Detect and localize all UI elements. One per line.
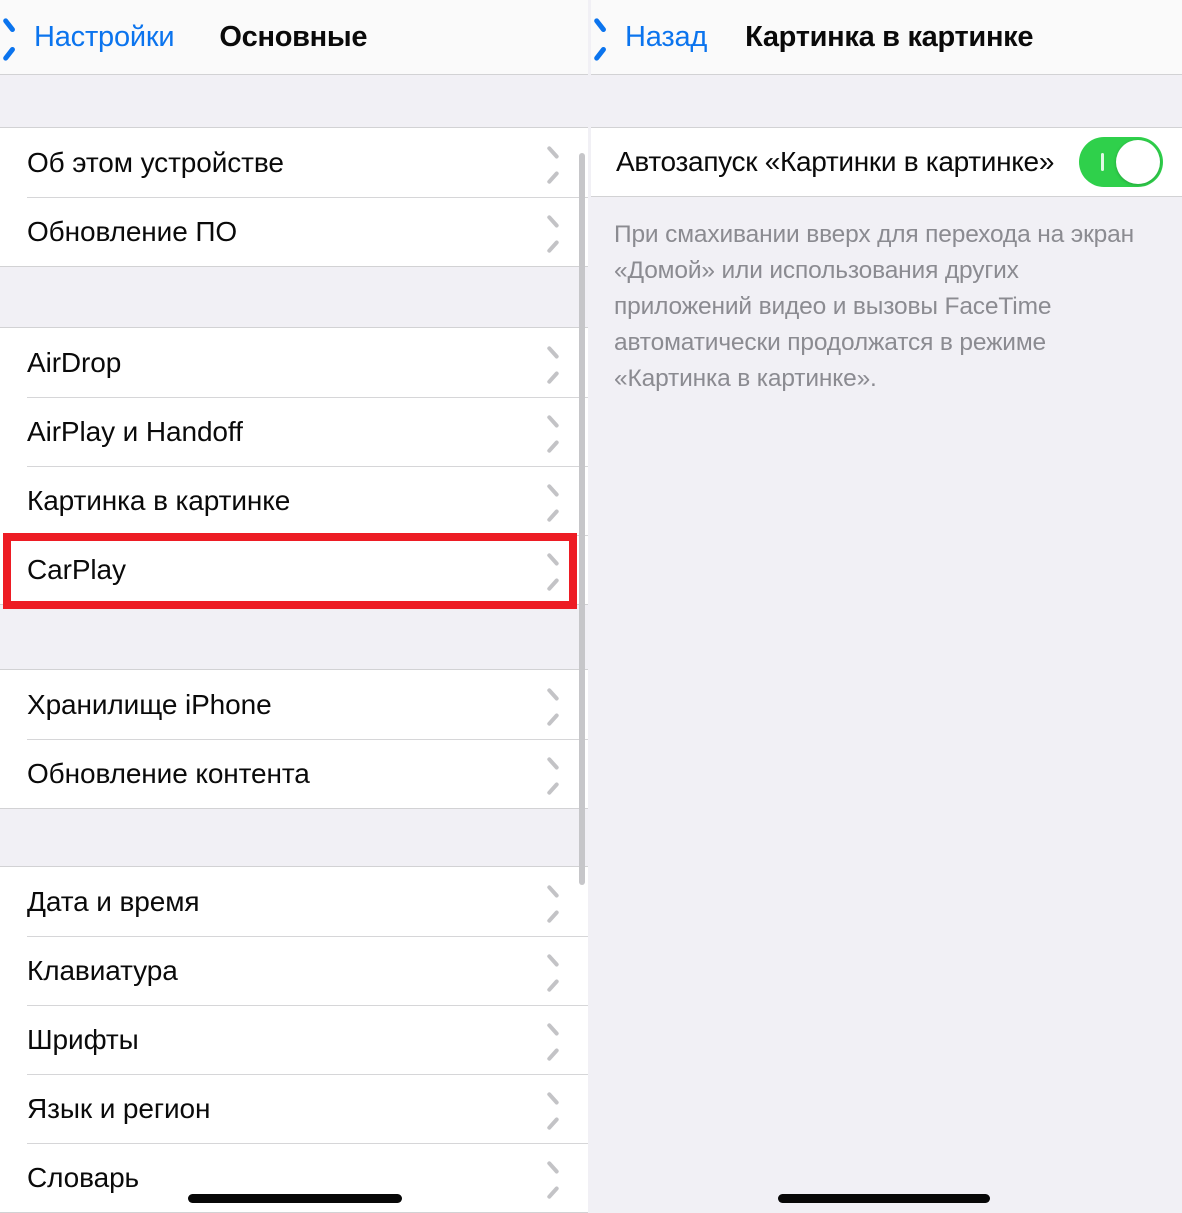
settings-group-pip-autostart: Автозапуск «Картинки в картинке»: [591, 127, 1182, 197]
right-page-title: Картинка в картинке: [745, 20, 1034, 53]
pip-autostart-row[interactable]: Автозапуск «Картинки в картинке»: [591, 128, 1182, 196]
row-label: CarPlay: [27, 553, 126, 585]
row-label: Шрифты: [27, 1023, 139, 1055]
right-settings-scroll-area[interactable]: Автозапуск «Картинки в картинке» При сма…: [591, 75, 1182, 1213]
pip-description-text: При смахивании вверх для перехода на экр…: [614, 221, 1134, 392]
pip-autostart-label: Автозапуск «Картинки в картинке»: [616, 146, 1055, 177]
back-button-label: Настройки: [34, 20, 175, 53]
row-label: Обновление ПО: [27, 215, 238, 247]
chevron-right-icon: [546, 1028, 559, 1052]
home-indicator: [188, 1194, 402, 1203]
toggle-knob: [1116, 140, 1160, 184]
sidebar-item-software-update[interactable]: Обновление ПО: [0, 197, 588, 266]
row-label: AirDrop: [27, 346, 122, 378]
chevron-right-icon: [546, 220, 559, 244]
sidebar-item-picture-in-picture[interactable]: Картинка в картинке: [0, 466, 588, 535]
settings-group-localization: Дата и время Клавиатура Шрифты Язык и ре…: [0, 866, 588, 1213]
settings-group-storage: Хранилище iPhone Обновление контента: [0, 669, 588, 809]
chevron-right-icon: [546, 420, 559, 444]
row-label: Хранилище iPhone: [27, 688, 272, 720]
dual-screenshot-container: Настройки Основные Об этом устройстве Об…: [0, 0, 1182, 1213]
back-button-label: Назад: [625, 20, 708, 53]
chevron-right-icon: [546, 489, 559, 513]
settings-group-device: Об этом устройстве Обновление ПО: [0, 127, 588, 267]
row-label: Картинка в картинке: [27, 484, 291, 516]
chevron-right-icon: [546, 558, 559, 582]
sidebar-item-carplay[interactable]: CarPlay: [0, 535, 588, 604]
chevron-right-icon: [546, 151, 559, 175]
left-settings-scroll-area[interactable]: Об этом устройстве Обновление ПО AirDrop…: [0, 75, 588, 1213]
chevron-right-icon: [546, 1097, 559, 1121]
row-label: AirPlay и Handoff: [27, 415, 243, 447]
sidebar-item-iphone-storage[interactable]: Хранилище iPhone: [0, 670, 588, 739]
sidebar-item-fonts[interactable]: Шрифты: [0, 1005, 588, 1074]
home-indicator: [778, 1194, 990, 1203]
pip-autostart-toggle[interactable]: [1079, 137, 1163, 187]
toggle-on-mark-icon: [1101, 153, 1104, 171]
sidebar-item-date-time[interactable]: Дата и время: [0, 867, 588, 936]
row-label: Об этом устройстве: [27, 146, 284, 178]
back-to-settings-button[interactable]: Настройки: [12, 14, 175, 60]
right-screen-picture-in-picture: Назад Картинка в картинке Автозапуск «Ка…: [591, 0, 1182, 1213]
row-label: Клавиатура: [27, 954, 178, 986]
chevron-left-icon: [12, 24, 27, 50]
sidebar-item-about-device[interactable]: Об этом устройстве: [0, 128, 588, 197]
sidebar-item-background-app-refresh[interactable]: Обновление контента: [0, 739, 588, 808]
sidebar-item-language-region[interactable]: Язык и регион: [0, 1074, 588, 1143]
right-navigation-bar: Назад Картинка в картинке: [591, 0, 1182, 75]
row-label: Дата и время: [27, 885, 200, 917]
row-label: Язык и регион: [27, 1092, 211, 1124]
settings-group-connectivity: AirDrop AirPlay и Handoff Картинка в кар…: [0, 327, 588, 605]
chevron-right-icon: [546, 959, 559, 983]
sidebar-item-airdrop[interactable]: AirDrop: [0, 328, 588, 397]
chevron-right-icon: [546, 762, 559, 786]
left-navigation-bar: Настройки Основные: [0, 0, 588, 75]
left-screen-general-settings: Настройки Основные Об этом устройстве Об…: [0, 0, 591, 1213]
sidebar-item-airplay-handoff[interactable]: AirPlay и Handoff: [0, 397, 588, 466]
chevron-left-icon: [603, 24, 618, 50]
chevron-right-icon: [546, 693, 559, 717]
row-label: Обновление контента: [27, 757, 310, 789]
vertical-scrollbar[interactable]: [579, 153, 585, 885]
chevron-right-icon: [546, 351, 559, 375]
sidebar-item-keyboard[interactable]: Клавиатура: [0, 936, 588, 1005]
back-button[interactable]: Назад: [603, 14, 707, 60]
chevron-right-icon: [546, 1166, 559, 1190]
chevron-right-icon: [546, 890, 559, 914]
left-page-title: Основные: [219, 20, 368, 53]
row-label: Словарь: [27, 1161, 140, 1193]
